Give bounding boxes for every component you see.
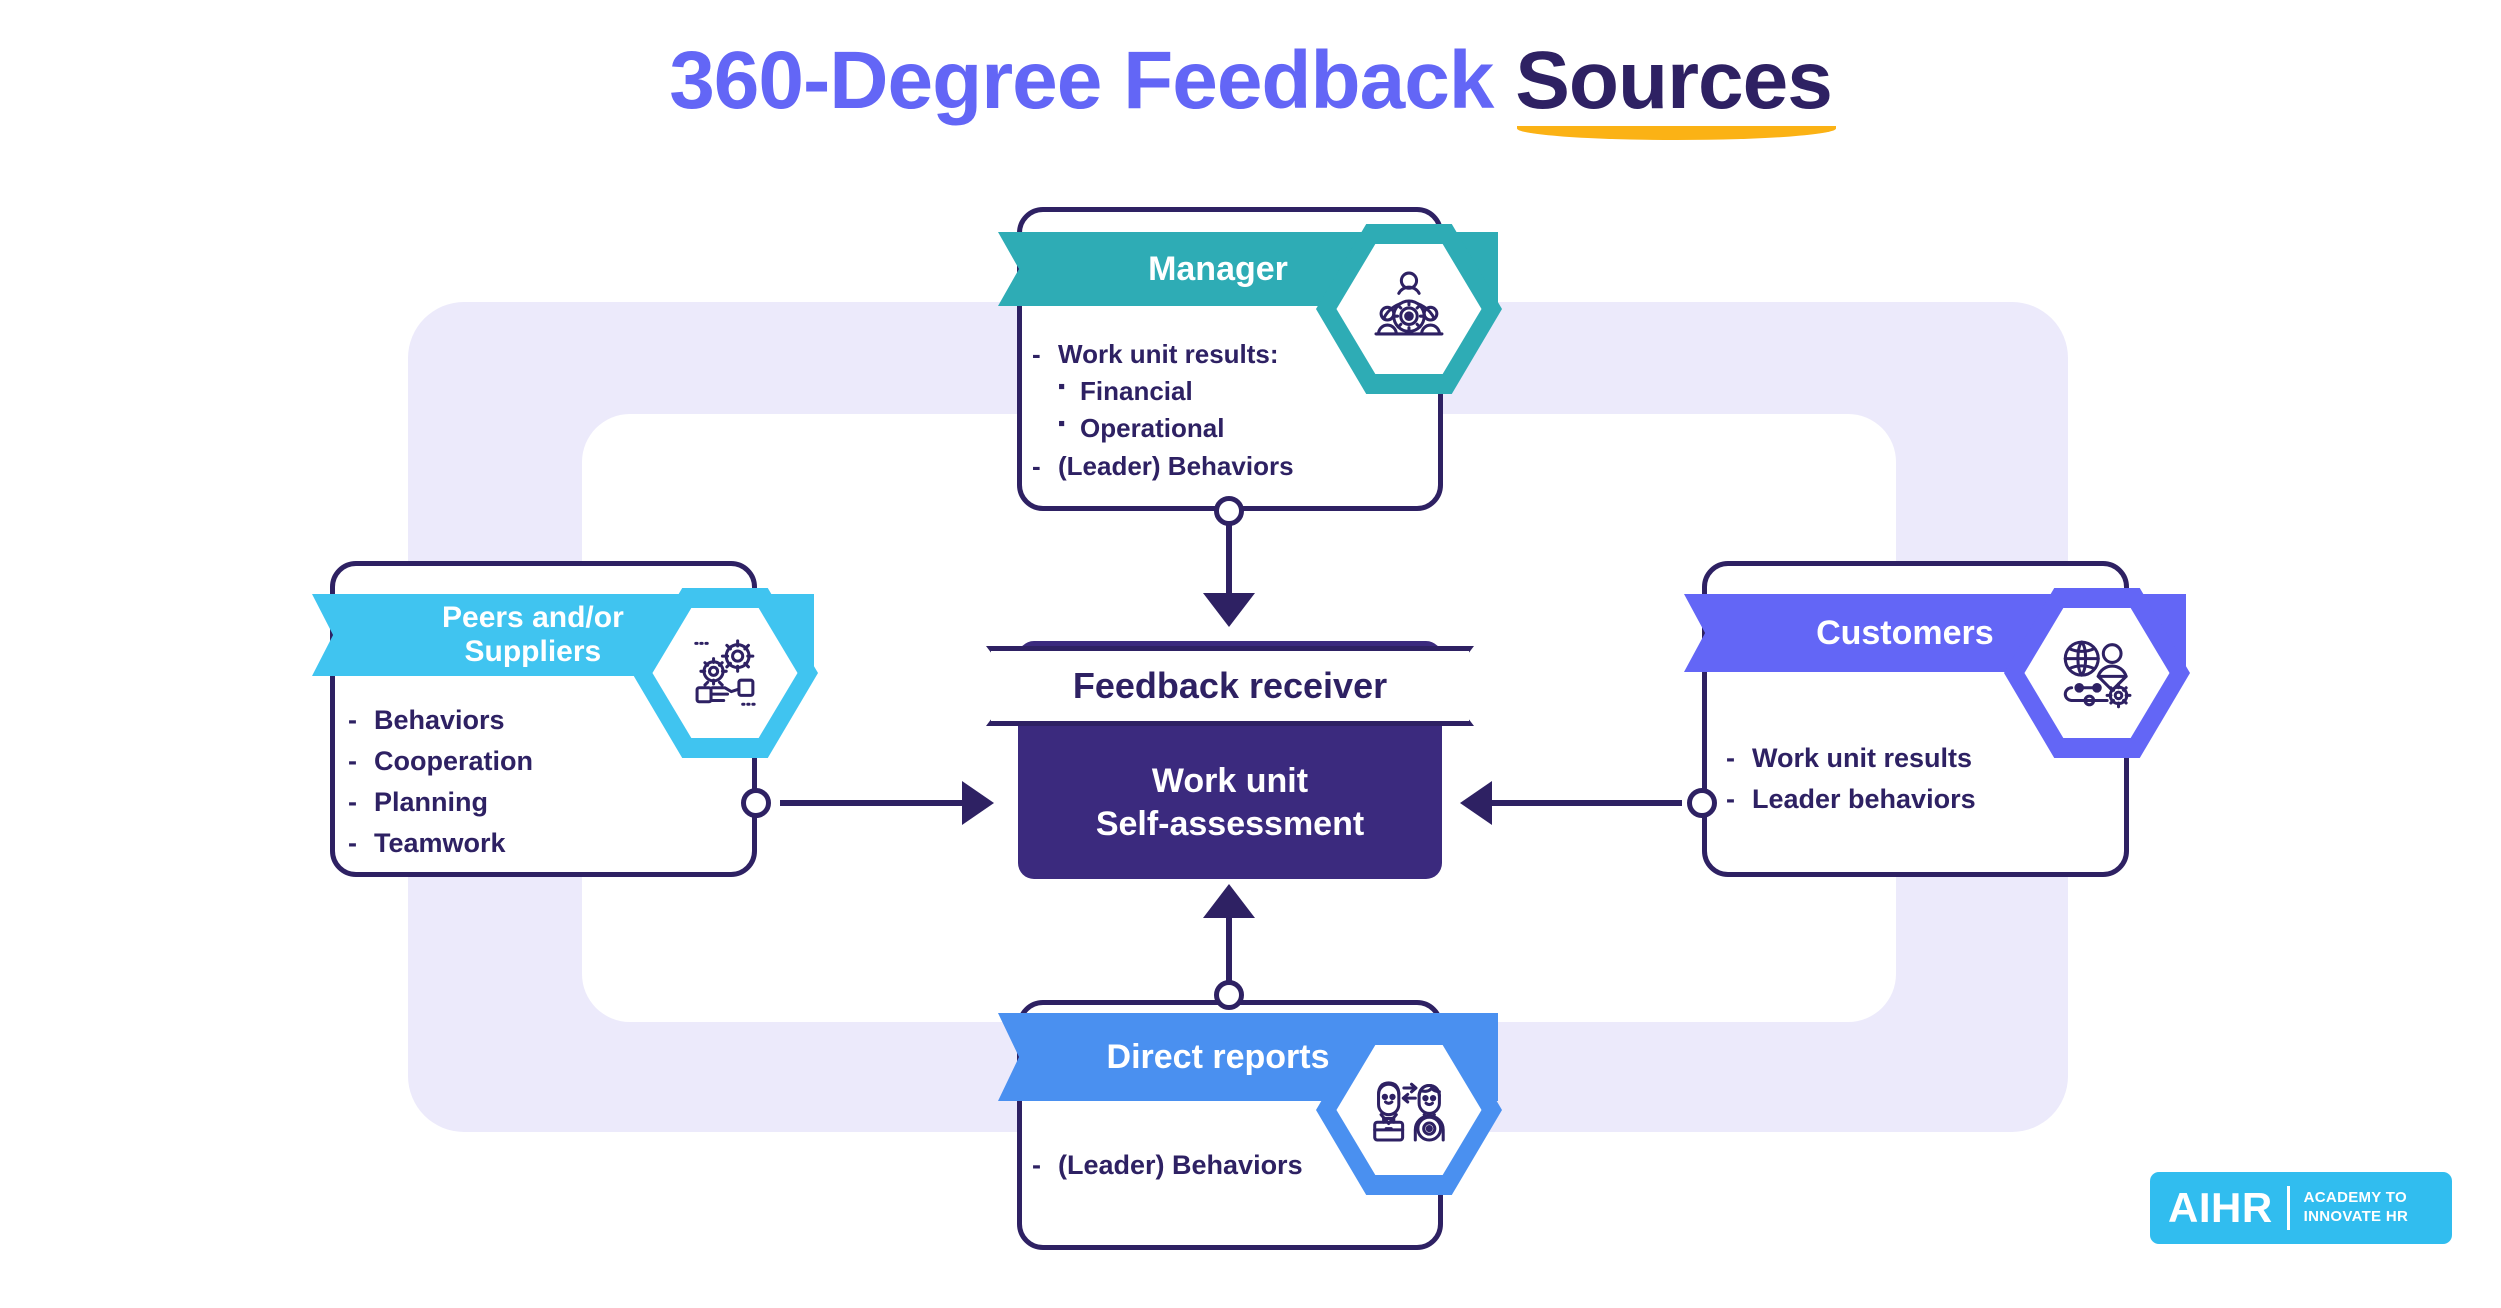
ribbon-peers-label-line1: Peers and/or bbox=[442, 601, 624, 635]
bullet-text: (Leader) Behaviors bbox=[1058, 1150, 1303, 1180]
infographic-canvas: 360-Degree Feedback Sources Manager - Wo… bbox=[0, 0, 2501, 1308]
bullet-text: Cooperation bbox=[374, 746, 533, 777]
bullet-text: Work unit results bbox=[1752, 743, 1973, 773]
bullet-marker: - bbox=[348, 746, 357, 777]
bullet-marker: ▪ bbox=[1058, 412, 1066, 436]
logo-wordmark: AIHR bbox=[2168, 1184, 2273, 1231]
page-title-accent-text: Sources bbox=[1515, 35, 1833, 126]
bullet-marker: - bbox=[1726, 784, 1735, 815]
connector-node bbox=[1214, 980, 1244, 1010]
title-underline-swoosh bbox=[1517, 126, 1836, 141]
page-title-accent: Sources bbox=[1515, 35, 1836, 141]
feedback-receiver-ribbon: Feedback receiver bbox=[986, 646, 1474, 726]
bullet-marker: - bbox=[1032, 1150, 1041, 1180]
arrowhead-down bbox=[1203, 593, 1255, 627]
bullet-row: - Work unit results bbox=[1726, 738, 2126, 779]
bullet-row: - Planning bbox=[348, 782, 748, 823]
connector-node bbox=[1687, 788, 1717, 818]
bullets-manager: - Work unit results: ▪ Financial ▪ Operatio… bbox=[1032, 336, 1432, 485]
connector-node bbox=[741, 788, 771, 818]
bullet-text: Work unit results: bbox=[1058, 339, 1279, 369]
ribbon-peers-label-line2: Suppliers bbox=[464, 635, 602, 668]
bullet-text: Teamwork bbox=[374, 828, 506, 859]
feedback-receiver-line2: Self-assessment bbox=[1095, 804, 1365, 843]
bullet-text: Leader behaviors bbox=[1752, 784, 1976, 815]
logo-tagline-line1: ACADEMY TO bbox=[2303, 1189, 2407, 1207]
bullet-marker: - bbox=[348, 828, 357, 859]
bullet-row: ▪ Financial bbox=[1032, 373, 1432, 410]
bullet-text: (Leader) Behaviors bbox=[1058, 450, 1294, 481]
bullet-marker: - bbox=[1726, 743, 1735, 773]
bullets-peers: - Behaviors - Cooperation - Planning - Teamw… bbox=[348, 700, 748, 864]
bullet-marker: - bbox=[348, 787, 357, 818]
bullet-row: - Cooperation bbox=[348, 741, 748, 782]
bullet-row: - Work unit results: bbox=[1032, 336, 1432, 373]
bullet-row: - (Leader) Behaviors bbox=[1032, 1145, 1432, 1186]
connector-line bbox=[780, 800, 970, 806]
connector-node bbox=[1214, 496, 1244, 526]
bullet-marker: - bbox=[348, 705, 357, 735]
globe-customer-gear-icon bbox=[2063, 641, 2132, 709]
two-people-exchange-icon bbox=[1373, 1081, 1445, 1142]
logo-tagline-line2: INNOVATE HR bbox=[2303, 1208, 2409, 1225]
feedback-receiver-line1: Work unit bbox=[1151, 762, 1309, 800]
aihr-logo[interactable]: AIHR ACADEMY TO INNOVATE HR bbox=[2150, 1172, 2452, 1244]
arrowhead-left bbox=[1460, 781, 1492, 825]
bullet-marker: ▪ bbox=[1058, 375, 1066, 399]
bullets-customers: - Work unit results - Leader behaviors bbox=[1726, 738, 2126, 820]
bullet-text: Behaviors bbox=[374, 705, 505, 735]
bullet-text: Financial bbox=[1080, 376, 1193, 407]
feedback-receiver-label: Feedback receiver bbox=[1072, 665, 1388, 706]
bullet-row: - Leader behaviors bbox=[1726, 779, 2126, 820]
hex-badge-customers bbox=[2004, 588, 2190, 758]
bullet-row: - Teamwork bbox=[348, 823, 748, 864]
feedback-receiver-subtext: Work unit Self-assessment bbox=[1018, 760, 1442, 845]
bullet-marker: - bbox=[1032, 450, 1041, 481]
bullets-direct-reports: - (Leader) Behaviors bbox=[1032, 1145, 1432, 1186]
logo-divider bbox=[2286, 1186, 2290, 1230]
bullet-text: Planning bbox=[374, 787, 488, 818]
arrowhead-up bbox=[1203, 884, 1255, 918]
bullet-row: ▪ Operational bbox=[1032, 410, 1432, 447]
bullet-marker: - bbox=[1032, 339, 1041, 369]
connector-line bbox=[1492, 800, 1682, 806]
bullet-row: - (Leader) Behaviors bbox=[1032, 448, 1432, 485]
logo-tagline: ACADEMY TO INNOVATE HR bbox=[2304, 1189, 2408, 1227]
bullet-row: - Behaviors bbox=[348, 700, 748, 741]
arrowhead-right bbox=[962, 781, 994, 825]
bullet-text: Operational bbox=[1080, 413, 1225, 444]
page-title-primary: 360-Degree Feedback bbox=[669, 35, 1516, 126]
page-title: 360-Degree Feedback Sources bbox=[0, 35, 2501, 141]
